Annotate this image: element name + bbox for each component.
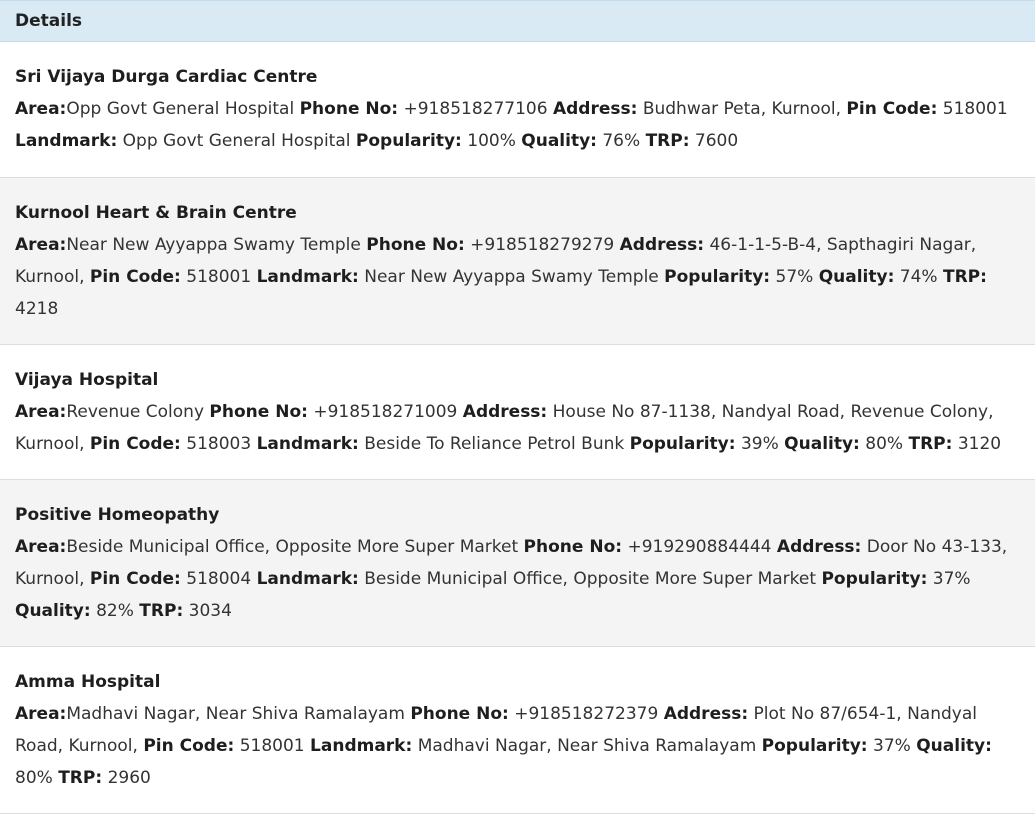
hospital-name[interactable]: Positive Homeopathy: [15, 503, 1020, 527]
area-label: Area:: [15, 537, 67, 557]
landmark-value: Near New Ayyappa Swamy Temple: [364, 267, 659, 287]
address-value: Budhwar Peta, Kurnool,: [642, 99, 841, 119]
hospital-details: Area:Revenue Colony Phone No: +918518271…: [15, 396, 1020, 460]
address-label: Address:: [663, 704, 749, 724]
popularity-value: 37%: [932, 569, 971, 589]
phone-value[interactable]: +919290884444: [627, 537, 771, 557]
quality-value: 82%: [96, 601, 134, 621]
trp-value: 3120: [957, 434, 1002, 454]
hospital-name[interactable]: Kurnool Heart & Brain Centre: [15, 201, 1020, 225]
address-label: Address:: [619, 235, 705, 255]
quality-value: 76%: [602, 131, 641, 151]
pin-value: 518001: [186, 267, 252, 287]
pin-label: Pin Code:: [89, 569, 181, 589]
phone-label: Phone No:: [209, 402, 308, 422]
table-header: Details: [0, 0, 1035, 42]
pin-value: 518003: [186, 434, 252, 454]
pin-label: Pin Code:: [89, 267, 181, 287]
popularity-value: 39%: [740, 434, 779, 454]
area-value: Revenue Colony: [66, 402, 205, 422]
address-label: Address:: [552, 99, 638, 119]
hospital-name[interactable]: Vijaya Hospital: [15, 368, 1020, 392]
landmark-label: Landmark:: [310, 736, 413, 756]
pin-value: 518001: [239, 736, 305, 756]
pin-value: 518004: [186, 569, 252, 589]
hospital-details: Area:Beside Municipal Office, Opposite M…: [15, 531, 1020, 627]
phone-value[interactable]: +918518272379: [514, 704, 658, 724]
landmark-label: Landmark:: [256, 267, 359, 287]
table-row: Sri Vijaya Durga Cardiac Centre Area:Opp…: [0, 42, 1035, 178]
trp-value: 3034: [188, 601, 232, 621]
hospital-details: Area:Madhavi Nagar, Near Shiva Ramalayam…: [15, 698, 1020, 794]
hospital-details-table: Details Sri Vijaya Durga Cardiac Centre …: [0, 0, 1035, 814]
hospital-name[interactable]: Sri Vijaya Durga Cardiac Centre: [15, 65, 1020, 89]
table-row: Kurnool Heart & Brain Centre Area:Near N…: [0, 178, 1035, 345]
popularity-label: Popularity:: [821, 569, 928, 589]
popularity-value: 100%: [467, 131, 516, 151]
phone-label: Phone No:: [366, 235, 465, 255]
phone-label: Phone No:: [299, 99, 399, 119]
trp-value: 2960: [107, 768, 151, 788]
popularity-value: 37%: [873, 736, 911, 756]
table-row: Vijaya Hospital Area:Revenue Colony Phon…: [0, 345, 1035, 480]
hospital-name[interactable]: Amma Hospital: [15, 670, 1020, 694]
phone-value[interactable]: +918518279279: [470, 235, 614, 255]
landmark-value: Beside Municipal Office, Opposite More S…: [364, 569, 817, 589]
trp-label: TRP:: [58, 768, 103, 788]
popularity-label: Popularity:: [761, 736, 868, 756]
quality-label: Quality:: [521, 131, 597, 151]
popularity-value: 57%: [775, 267, 814, 287]
trp-label: TRP:: [908, 434, 953, 454]
table-row: Amma Hospital Area:Madhavi Nagar, Near S…: [0, 647, 1035, 814]
trp-label: TRP:: [139, 601, 184, 621]
area-value: Opp Govt General Hospital: [66, 99, 295, 119]
header-title: Details: [15, 11, 83, 31]
landmark-value: Madhavi Nagar, Near Shiva Ramalayam: [417, 736, 757, 756]
hospital-details: Area:Opp Govt General Hospital Phone No:…: [15, 93, 1020, 157]
landmark-label: Landmark:: [15, 131, 118, 151]
quality-label: Quality:: [15, 601, 91, 621]
pin-label: Pin Code:: [846, 99, 938, 119]
landmark-value: Opp Govt General Hospital: [122, 131, 351, 151]
area-label: Area:: [15, 99, 67, 119]
phone-value[interactable]: +918518271009: [313, 402, 457, 422]
trp-label: TRP:: [943, 267, 987, 287]
area-label: Area:: [15, 704, 67, 724]
quality-value: 74%: [899, 267, 938, 287]
landmark-label: Landmark:: [256, 569, 359, 589]
pin-label: Pin Code:: [89, 434, 181, 454]
hospital-details: Area:Near New Ayyappa Swamy Temple Phone…: [15, 229, 1020, 325]
table-row: Positive Homeopathy Area:Beside Municipa…: [0, 480, 1035, 647]
quality-value: 80%: [15, 768, 53, 788]
quality-label: Quality:: [784, 434, 860, 454]
area-label: Area:: [15, 235, 67, 255]
popularity-label: Popularity:: [629, 434, 736, 454]
address-label: Address:: [776, 537, 862, 557]
popularity-label: Popularity:: [664, 267, 771, 287]
trp-label: TRP:: [645, 131, 690, 151]
landmark-value: Beside To Reliance Petrol Bunk: [364, 434, 625, 454]
popularity-label: Popularity:: [355, 131, 462, 151]
landmark-label: Landmark:: [256, 434, 359, 454]
quality-label: Quality:: [818, 267, 895, 287]
trp-value: 7600: [694, 131, 739, 151]
phone-label: Phone No:: [410, 704, 509, 724]
address-label: Address:: [462, 402, 548, 422]
phone-label: Phone No:: [523, 537, 623, 557]
pin-value: 518001: [942, 99, 1008, 119]
area-label: Area:: [15, 402, 67, 422]
pin-label: Pin Code:: [143, 736, 235, 756]
phone-value[interactable]: +918518277106: [404, 99, 548, 119]
area-value: Madhavi Nagar, Near Shiva Ramalayam: [66, 704, 405, 724]
quality-label: Quality:: [916, 736, 992, 756]
quality-value: 80%: [865, 434, 904, 454]
area-value: Near New Ayyappa Swamy Temple: [66, 235, 361, 255]
area-value: Beside Municipal Office, Opposite More S…: [66, 537, 519, 557]
trp-value: 4218: [15, 299, 59, 319]
